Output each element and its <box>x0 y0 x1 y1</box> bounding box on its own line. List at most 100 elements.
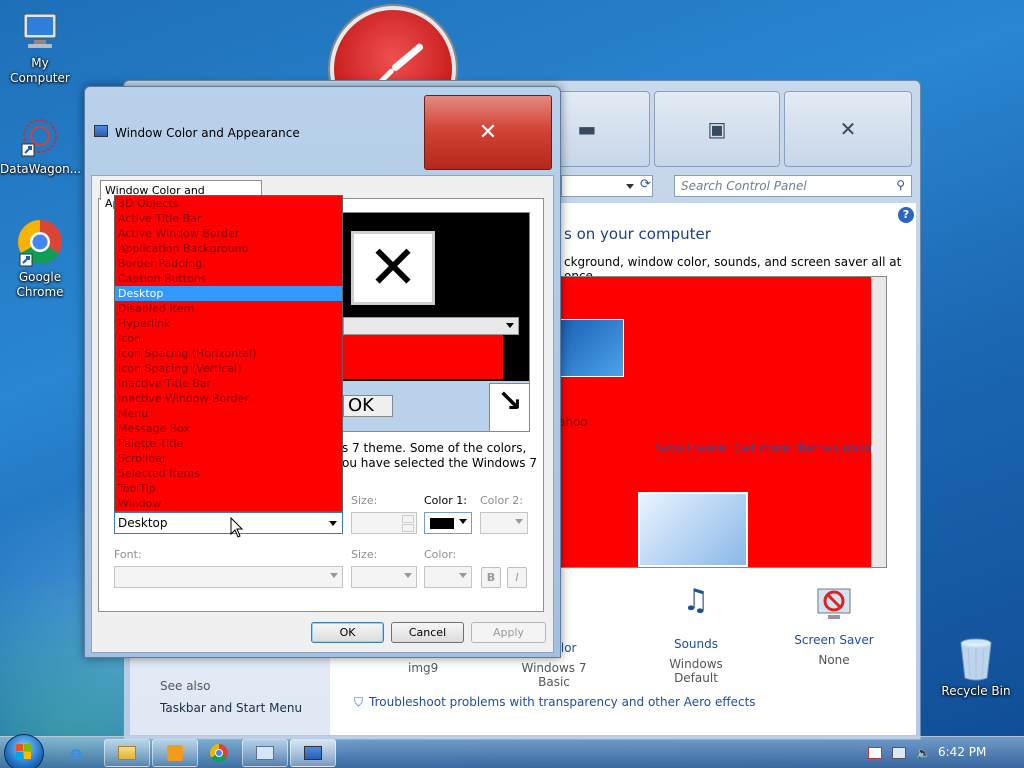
dropdown-option[interactable]: Inactive Title Bar <box>115 376 342 391</box>
dropdown-option[interactable]: Window <box>115 496 342 511</box>
help-icon[interactable]: ? <box>898 207 914 223</box>
volume-icon[interactable]: 🔈 <box>916 747 931 759</box>
dialog-title: Window Color and Appearance <box>115 126 300 140</box>
dropdown-option[interactable]: Icon <box>115 331 342 346</box>
taskbar: e 🔈 6:42 PM <box>0 734 1024 768</box>
ok-button[interactable]: OK <box>311 622 384 643</box>
search-input[interactable]: Search Control Panel ⚲ <box>674 175 912 197</box>
color1-picker[interactable] <box>424 512 472 534</box>
folder-icon <box>118 746 136 760</box>
dropdown-option[interactable]: Selected Items <box>115 466 342 481</box>
recycle-bin-icon <box>956 636 996 682</box>
dropdown-option[interactable]: Message Box <box>115 421 342 436</box>
get-more-themes-link[interactable]: Get more themes online <box>734 441 880 455</box>
desktop-icon-datawagon[interactable]: DataWagon... <box>0 116 81 177</box>
chevron-down-icon[interactable] <box>329 521 337 526</box>
dropdown-option[interactable]: Application Background <box>115 241 342 256</box>
cancel-button[interactable]: Cancel <box>391 622 464 643</box>
item-dropdown[interactable]: Desktop <box>114 512 343 534</box>
taskbar-media-player[interactable] <box>152 739 198 767</box>
dropdown-option[interactable]: Menu <box>115 406 342 421</box>
action-center-icon[interactable] <box>868 747 882 759</box>
italic-button[interactable]: I <box>507 567 527 588</box>
chevron-down-icon[interactable] <box>404 573 412 578</box>
window-close-button[interactable]: ✕ <box>784 91 912 167</box>
window-color-icon <box>94 125 108 137</box>
chevron-down-icon[interactable] <box>459 519 467 524</box>
dropdown-option[interactable]: Hyperlink <box>115 316 342 331</box>
desktop-icon-label: Google Chrome <box>16 270 64 299</box>
dropdown-option[interactable]: Palette Title <box>115 436 342 451</box>
color1-swatch <box>430 518 454 529</box>
theme-thumbnail-stack[interactable] <box>638 492 748 567</box>
screen-saver-item[interactable]: Screen Saver None <box>784 583 884 667</box>
chevron-down-icon[interactable] <box>459 573 467 578</box>
taskbar-window-color-dialog[interactable] <box>290 739 336 767</box>
computer-icon <box>18 10 62 54</box>
refresh-icon[interactable]: ⟳ <box>640 177 651 192</box>
display-icon <box>304 746 322 760</box>
search-icon[interactable]: ⚲ <box>896 178 905 192</box>
screen-saver-label: Screen Saver <box>794 633 874 647</box>
taskbar-start-menu-link[interactable]: Taskbar and Start Menu <box>160 701 302 715</box>
dropdown-option[interactable]: Scrollbar <box>115 451 342 466</box>
themes-scrollbar[interactable] <box>871 277 886 567</box>
spinner-up-icon[interactable] <box>402 515 414 523</box>
aero-troubleshoot-link[interactable]: ⛉ Troubleshoot problems with transparency… <box>354 695 756 710</box>
font-dropdown[interactable] <box>114 566 343 588</box>
color1-label: Color 1: <box>424 494 467 507</box>
start-button[interactable] <box>4 734 44 768</box>
spinner-down-icon[interactable] <box>402 524 414 532</box>
desktop-icon-google-chrome[interactable]: Google Chrome <box>0 218 80 300</box>
window-color-value: Windows 7 Basic <box>521 661 587 689</box>
dropdown-option[interactable]: Inactive Window Border <box>115 391 342 406</box>
close-icon: ✕ <box>478 120 498 145</box>
dropdown-option[interactable]: Active Title Bar <box>115 211 342 226</box>
font-size-label: Size: <box>351 548 378 561</box>
size-spinner[interactable] <box>351 512 417 534</box>
address-bar-tail[interactable]: ⟳ <box>561 175 653 197</box>
sounds-item[interactable]: ♫ Sounds Windows Default <box>646 583 746 685</box>
save-theme-link[interactable]: Save theme <box>654 441 726 455</box>
taskbar-explorer[interactable] <box>104 739 150 767</box>
preview-close-icon: ✕ <box>351 231 435 305</box>
chrome-icon <box>16 218 64 268</box>
maximize-button[interactable]: ▣ <box>654 91 780 167</box>
dropdown-option[interactable]: Border Padding <box>115 256 342 271</box>
color2-picker[interactable] <box>480 512 528 534</box>
screen-saver-icon <box>814 583 854 633</box>
search-placeholder: Search Control Panel <box>681 179 807 193</box>
media-player-icon <box>167 745 183 761</box>
dropdown-option[interactable]: Icon Spacing (Horizontal) <box>115 346 342 361</box>
theme-thumbnail[interactable] <box>558 319 624 377</box>
preview-window <box>343 335 503 379</box>
item-dropdown-list[interactable]: 3D Objects Active Title Bar Active Window … <box>114 195 343 512</box>
chevron-down-icon[interactable] <box>515 519 523 524</box>
dropdown-option[interactable]: Caption Buttons <box>115 271 342 286</box>
chevron-down-icon[interactable] <box>626 184 634 189</box>
dialog-close-button[interactable]: ✕ <box>424 95 552 170</box>
dropdown-option[interactable]: Active Window Border <box>115 226 342 241</box>
taskbar-clock[interactable]: 6:42 PM <box>938 745 986 759</box>
dropdown-option[interactable]: 3D Objects <box>115 196 342 211</box>
dropdown-option[interactable]: Icon Spacing (Vertical) <box>115 361 342 376</box>
dropdown-option[interactable]: ToolTip <box>115 481 342 496</box>
dropdown-option[interactable]: Disabled Item <box>115 301 342 316</box>
themes-list[interactable]: ahoo Save theme Get more themes online <box>557 276 887 568</box>
chevron-down-icon[interactable] <box>330 573 338 578</box>
chrome-taskbar-icon[interactable] <box>210 744 228 762</box>
font-size-dropdown[interactable] <box>351 566 417 588</box>
desktop-icon-my-computer[interactable]: My Computer <box>0 10 80 86</box>
desktop-icon-recycle-bin[interactable]: Recycle Bin <box>936 636 1016 699</box>
network-icon[interactable] <box>892 747 906 759</box>
ie-icon[interactable]: e <box>70 743 82 764</box>
apply-button[interactable]: Apply <box>471 622 546 643</box>
theme-caption: ahoo <box>558 415 588 429</box>
font-color-label: Color: <box>424 548 457 561</box>
dropdown-option[interactable]: Desktop <box>115 286 342 301</box>
size-label: Size: <box>351 494 378 507</box>
bold-button[interactable]: B <box>481 567 501 588</box>
taskbar-control-panel[interactable] <box>242 739 288 767</box>
appearance-preview: ✕ OK ↘ <box>342 212 530 432</box>
font-color-picker[interactable] <box>424 566 472 588</box>
